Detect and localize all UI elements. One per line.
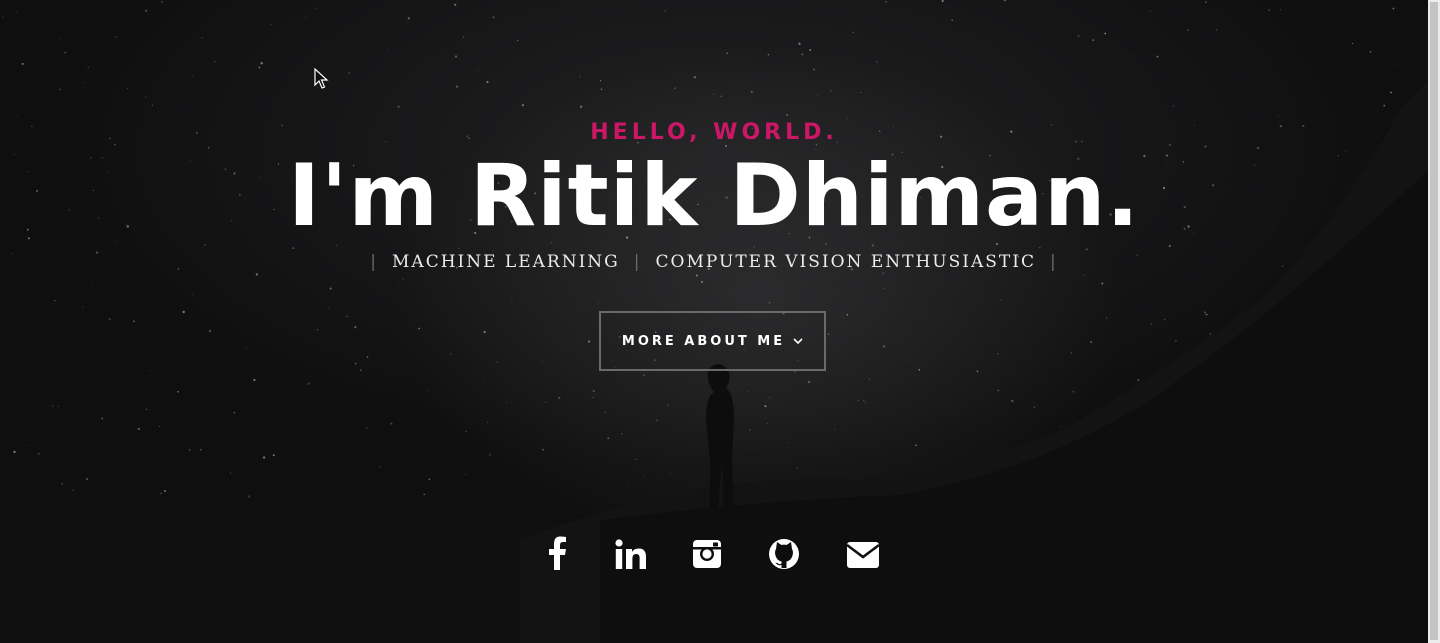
more-about-me-button[interactable]: MORE ABOUT ME [599,311,826,371]
role-separator: | [370,252,379,272]
more-about-me-label: MORE ABOUT ME [621,333,786,349]
role-separator: | [1049,252,1058,272]
email-icon[interactable] [846,536,880,572]
roles-line: | MACHINE LEARNING | COMPUTER VISION ENTHUS… [0,250,1428,274]
facebook-icon[interactable] [547,536,567,572]
mouse-cursor-icon [314,68,329,89]
scrollbar-thumb[interactable] [1430,2,1438,640]
page: HELLO, WORLD. I'm Ritik Dhiman. | MACHINE… [0,0,1440,643]
github-icon[interactable] [768,536,800,572]
role-machine-learning: MACHINE LEARNING [392,252,620,272]
chevron-down-icon [793,334,803,349]
linkedin-icon[interactable] [615,536,647,572]
role-separator: | [633,252,642,272]
role-computer-vision: COMPUTER VISION ENTHUSIASTIC [655,252,1036,272]
hero-headline: I'm Ritik Dhiman. [288,146,1140,246]
instagram-icon[interactable] [692,536,722,572]
